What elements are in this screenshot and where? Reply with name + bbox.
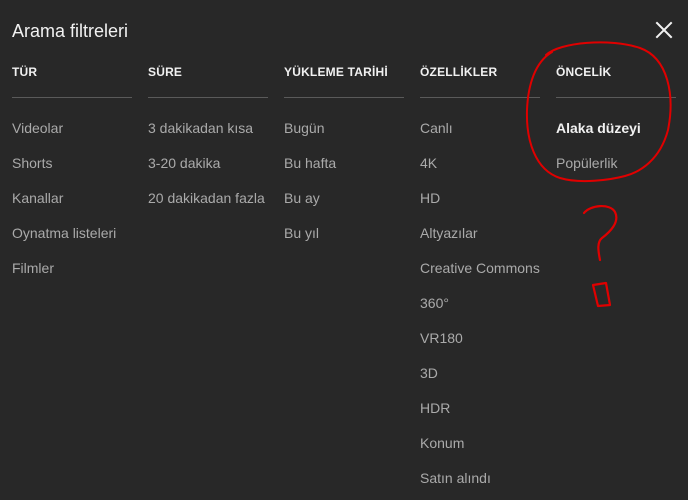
column-header-duration: SÜRE bbox=[148, 65, 183, 79]
filter-option[interactable]: 360° bbox=[420, 289, 540, 324]
filter-list-type: Videolar Shorts Kanallar Oynatma listeleri F… bbox=[12, 114, 132, 289]
annotation-question-mark bbox=[582, 205, 618, 262]
column-header-upload-date: YÜKLEME TARİHİ bbox=[284, 65, 388, 79]
filter-column-type: TÜR Videolar Shorts Kanallar Oynatma listel… bbox=[12, 62, 132, 289]
filter-column-duration: SÜRE 3 dakikadan kısa 3-20 dakika 20 dakik… bbox=[148, 62, 268, 219]
filter-option[interactable]: Shorts bbox=[12, 149, 132, 184]
filter-option[interactable]: Bu hafta bbox=[284, 149, 404, 184]
filter-option[interactable]: Bugün bbox=[284, 114, 404, 149]
filter-option[interactable]: Bu ay bbox=[284, 184, 404, 219]
filter-list-upload-date: Bugün Bu hafta Bu ay Bu yıl bbox=[284, 114, 404, 254]
filter-option[interactable]: Bu yıl bbox=[284, 219, 404, 254]
filter-column-features: ÖZELLİKLER Canlı 4K HD Altyazılar Creative C… bbox=[420, 62, 540, 499]
filter-option[interactable]: Filmler bbox=[12, 254, 132, 289]
filter-option[interactable]: Konum bbox=[420, 429, 540, 464]
close-icon bbox=[655, 21, 673, 39]
filter-list-duration: 3 dakikadan kısa 3-20 dakika 20 dakikadan … bbox=[148, 114, 268, 219]
column-header-type: TÜR bbox=[12, 65, 38, 79]
filter-list-sort-by: Alaka düzeyi Popülerlik bbox=[556, 114, 676, 184]
column-divider bbox=[12, 97, 132, 98]
column-header-features: ÖZELLİKLER bbox=[420, 65, 498, 79]
filter-option[interactable]: 3-20 dakika bbox=[148, 149, 268, 184]
filter-option[interactable]: Alaka düzeyi bbox=[556, 114, 676, 149]
filter-column-sort-by: ÖNCELİK Alaka düzeyi Popülerlik bbox=[556, 62, 676, 184]
dialog-title: Arama filtreleri bbox=[12, 21, 129, 41]
column-divider bbox=[148, 97, 268, 98]
filter-option[interactable]: Oynatma listeleri bbox=[12, 219, 132, 254]
filter-option[interactable]: Altyazılar bbox=[420, 219, 540, 254]
filter-option[interactable]: 20 dakikadan fazla bbox=[148, 184, 268, 219]
filter-option[interactable]: Videolar bbox=[12, 114, 132, 149]
filter-column-upload-date: YÜKLEME TARİHİ Bugün Bu hafta Bu ay Bu yıl bbox=[284, 62, 404, 254]
close-button[interactable] bbox=[648, 14, 680, 46]
filter-option[interactable]: 4K bbox=[420, 149, 540, 184]
column-divider bbox=[284, 97, 404, 98]
filter-option[interactable]: VR180 bbox=[420, 324, 540, 359]
filter-option[interactable]: Popülerlik bbox=[556, 149, 676, 184]
filter-option[interactable]: Satın alındı bbox=[420, 464, 540, 499]
filter-option[interactable]: HD bbox=[420, 184, 540, 219]
filter-option[interactable]: Kanallar bbox=[12, 184, 132, 219]
filter-option[interactable]: 3 dakikadan kısa bbox=[148, 114, 268, 149]
filter-list-features: Canlı 4K HD Altyazılar Creative Commons 360° V… bbox=[420, 114, 540, 499]
column-divider bbox=[556, 97, 676, 98]
column-header-sort-by: ÖNCELİK bbox=[556, 65, 612, 79]
annotation-question-dot bbox=[591, 281, 612, 308]
filter-option[interactable]: 3D bbox=[420, 359, 540, 394]
filter-option[interactable]: HDR bbox=[420, 394, 540, 429]
filter-option[interactable]: Canlı bbox=[420, 114, 540, 149]
column-divider bbox=[420, 97, 540, 98]
filter-option[interactable]: Creative Commons bbox=[420, 254, 540, 289]
search-filters-dialog: Arama filtreleri TÜR Videolar Shorts Kanal… bbox=[0, 0, 688, 500]
